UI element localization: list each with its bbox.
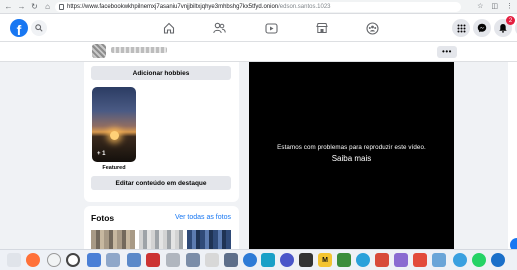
notification-badge: 2 (506, 16, 515, 25)
taskbar: M (0, 249, 517, 270)
see-all-photos-link[interactable]: Ver todas as fotos (175, 214, 231, 221)
sunset-image (110, 131, 119, 140)
app-icon[interactable] (394, 253, 408, 267)
featured-label: Featured (102, 165, 126, 171)
reload-icon[interactable]: ↻ (29, 1, 40, 12)
menu-grid-icon[interactable] (452, 19, 470, 37)
edit-featured-button[interactable]: Editar conteúdo em destaque (91, 176, 231, 190)
start-menu-icon[interactable] (7, 253, 21, 267)
video-player[interactable]: Estamos com problemas para reproduzir es… (249, 62, 454, 252)
messenger-icon[interactable] (473, 19, 491, 37)
clock-icon[interactable] (66, 253, 80, 267)
firefox-icon[interactable] (26, 253, 40, 267)
app-icon[interactable] (186, 253, 200, 267)
chrome-icon[interactable] (47, 253, 61, 267)
app-icon[interactable] (243, 253, 257, 267)
browser-toolbar: ← → ↻ ⌂ https://www.facebookwkhpilnemxj7… (0, 0, 517, 14)
extension-icon[interactable]: ◫ (491, 2, 498, 10)
menu-icon[interactable]: ⋮ (506, 2, 513, 10)
featured-count: + 1 (97, 151, 106, 157)
facebook-logo[interactable]: f (10, 19, 28, 37)
avatar[interactable] (92, 44, 106, 58)
featured-collection-thumbnail[interactable]: + 1 (92, 87, 136, 162)
app-icon[interactable] (127, 253, 141, 267)
groups-icon[interactable] (363, 20, 381, 36)
back-arrow-icon[interactable]: ← (3, 1, 14, 12)
app-icon[interactable] (146, 253, 160, 267)
app-icon[interactable] (299, 253, 313, 267)
profile-name-blurred[interactable] (111, 47, 167, 53)
app-icon[interactable]: M (318, 253, 332, 267)
app-icon[interactable] (375, 253, 389, 267)
marketplace-icon[interactable] (313, 20, 331, 36)
learn-more-link[interactable]: Saiba mais (249, 154, 454, 163)
app-icon[interactable] (432, 253, 446, 267)
app-icon[interactable] (106, 253, 120, 267)
friends-icon[interactable] (210, 20, 228, 36)
profile-header-strip: ••• (0, 42, 517, 62)
url-path: /edson.santos.1023 (278, 4, 331, 10)
watch-icon[interactable] (262, 20, 280, 36)
app-icon[interactable] (166, 253, 180, 267)
app-icon[interactable] (337, 253, 351, 267)
lock-icon (59, 4, 64, 10)
app-icon[interactable] (453, 253, 467, 267)
app-icon[interactable] (224, 253, 238, 267)
add-hobbies-button[interactable]: Adicionar hobbies (91, 66, 231, 80)
right-column-edge (508, 62, 517, 252)
more-options-button[interactable]: ••• (437, 46, 457, 58)
video-error-message: Estamos com problemas para reproduzir es… (277, 144, 426, 151)
intro-card: Adicionar hobbies + 1 Featured Editar co… (84, 62, 239, 202)
star-icon[interactable]: ☆ (477, 2, 483, 10)
kodi-icon[interactable] (261, 253, 275, 267)
app-icon[interactable] (491, 253, 505, 267)
app-icon[interactable] (87, 253, 101, 267)
search-icon[interactable] (31, 20, 47, 36)
whatsapp-icon[interactable] (472, 253, 486, 267)
telegram-icon[interactable] (356, 253, 370, 267)
photos-title: Fotos (91, 213, 115, 223)
home-icon[interactable]: ⌂ (42, 1, 53, 12)
facebook-top-nav: f 2 (0, 14, 517, 42)
app-icon[interactable] (413, 253, 427, 267)
bell-icon[interactable]: 2 (494, 16, 515, 37)
home-icon[interactable] (160, 20, 178, 36)
address-bar[interactable]: https://www.facebookwkhpilnemxj7asaniu7v… (55, 2, 461, 12)
forward-arrow-icon[interactable]: → (16, 1, 27, 12)
app-icon[interactable] (205, 253, 219, 267)
app-icon[interactable] (280, 253, 294, 267)
url-host: https://www.facebookwkhpilnemxj7asaniu7v… (67, 4, 279, 10)
